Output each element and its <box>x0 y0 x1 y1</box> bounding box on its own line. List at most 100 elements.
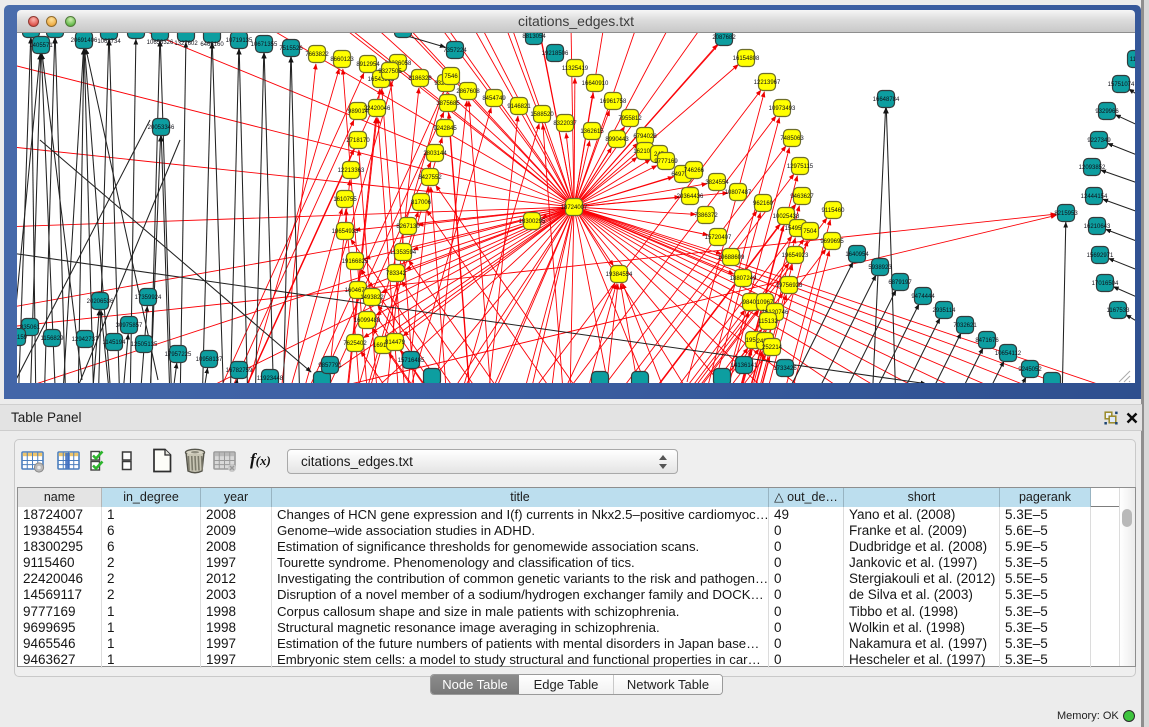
svg-text:16099489: 16099489 <box>354 318 381 324</box>
svg-text:8660123: 8660123 <box>330 57 354 63</box>
svg-text:9463627: 9463627 <box>790 194 814 200</box>
svg-text:14136141: 14136141 <box>731 363 758 369</box>
svg-text:12093852: 12093852 <box>1079 165 1106 171</box>
svg-text:10671355: 10671355 <box>251 42 278 48</box>
svg-text:17359924: 17359924 <box>135 295 162 301</box>
svg-text:7625402: 7625402 <box>343 341 367 347</box>
svg-text:18807249: 18807249 <box>730 276 757 282</box>
svg-text:12505135: 12505135 <box>131 342 158 348</box>
svg-text:17016504: 17016504 <box>1092 281 1119 287</box>
svg-text:3824554: 3824554 <box>705 180 729 186</box>
svg-text:814479: 814479 <box>385 340 406 346</box>
svg-text:15720407: 15720407 <box>705 235 732 241</box>
svg-text:6879197: 6879197 <box>888 280 912 286</box>
svg-text:9146821: 9146821 <box>507 104 531 110</box>
svg-text:783342: 783342 <box>386 271 407 277</box>
svg-text:2803144: 2803144 <box>423 151 447 157</box>
svg-text:12444154: 12444154 <box>1081 194 1108 200</box>
svg-text:2087682: 2087682 <box>712 35 736 41</box>
svg-text:1145194: 1145194 <box>103 340 127 346</box>
svg-text:7357224: 7357224 <box>443 48 467 54</box>
svg-text:5938923: 5938923 <box>868 265 892 271</box>
svg-text:20206536: 20206536 <box>87 299 114 305</box>
svg-text:8454749: 8454749 <box>482 96 506 102</box>
svg-text:19384554: 19384554 <box>606 272 633 278</box>
svg-text:12213363: 12213363 <box>338 168 365 174</box>
svg-text:9242845: 9242845 <box>433 126 457 132</box>
svg-text:19756928: 19756928 <box>776 283 803 289</box>
svg-text:19166825: 19166825 <box>342 259 369 265</box>
svg-text:6794028: 6794028 <box>633 134 657 140</box>
svg-text:18300295: 18300295 <box>519 219 546 225</box>
svg-text:8215953: 8215953 <box>1054 211 1078 217</box>
svg-text:9474444: 9474444 <box>911 294 935 300</box>
svg-text:2867608: 2867608 <box>456 89 480 95</box>
svg-text:1112: 1112 <box>1130 57 1135 63</box>
svg-text:1167533: 1167533 <box>1107 308 1131 314</box>
svg-text:1493822: 1493822 <box>360 295 384 301</box>
svg-text:15751074: 15751074 <box>1108 82 1135 88</box>
svg-text:7386372: 7386372 <box>694 213 718 219</box>
svg-text:10688609: 10688609 <box>718 255 745 261</box>
svg-text:6466160: 6466160 <box>200 42 224 48</box>
svg-text:16640910: 16640910 <box>582 81 609 87</box>
svg-text:22420046: 22420046 <box>364 106 391 112</box>
svg-text:8322037: 8322037 <box>553 121 577 127</box>
svg-text:1588520: 1588520 <box>530 112 554 118</box>
svg-text:7515526: 7515526 <box>279 46 303 52</box>
svg-text:15716485: 15716485 <box>398 358 425 364</box>
svg-text:9227349: 9227349 <box>1087 138 1111 144</box>
svg-text:2935114: 2935114 <box>933 308 957 314</box>
svg-text:9857791: 9857791 <box>318 363 342 369</box>
svg-text:9115460: 9115460 <box>822 208 846 214</box>
svg-text:16648784: 16648784 <box>873 97 900 103</box>
svg-text:9777169: 9777169 <box>654 159 678 165</box>
svg-text:8186328: 8186328 <box>408 76 432 82</box>
svg-text:17957225: 17957225 <box>165 352 192 358</box>
svg-text:10807487: 10807487 <box>725 190 752 196</box>
svg-text:1156829: 1156829 <box>41 336 65 342</box>
svg-text:9245052: 9245052 <box>1018 367 1042 373</box>
svg-text:1405571: 1405571 <box>29 43 53 49</box>
svg-text:11923448: 11923448 <box>257 376 284 382</box>
svg-text:817006: 817006 <box>411 200 432 206</box>
svg-text:11353594: 11353594 <box>390 250 417 256</box>
svg-text:2718170: 2718170 <box>346 138 370 144</box>
svg-text:9327505: 9327505 <box>378 69 402 75</box>
svg-text:1610755: 1610755 <box>333 197 357 203</box>
svg-text:1640954: 1640954 <box>845 252 869 258</box>
svg-text:16154808: 16154808 <box>733 56 760 62</box>
svg-text:939159: 939159 <box>17 335 28 341</box>
svg-text:20053346: 20053346 <box>148 125 175 131</box>
svg-text:9699695: 9699695 <box>820 239 844 245</box>
svg-text:20691406: 20691406 <box>71 38 98 44</box>
svg-text:962160: 962160 <box>753 201 774 207</box>
svg-text:10653326: 10653326 <box>147 40 174 46</box>
svg-text:8267130: 8267130 <box>396 224 420 230</box>
svg-text:7663822: 7663822 <box>305 52 329 58</box>
svg-text:115132: 115132 <box>758 319 778 325</box>
svg-text:11325419: 11325419 <box>562 66 589 72</box>
svg-text:8471676: 8471676 <box>975 338 999 344</box>
svg-text:252214: 252214 <box>762 345 783 351</box>
svg-text:7485063: 7485063 <box>780 136 804 142</box>
svg-text:15692971: 15692971 <box>1087 253 1114 259</box>
svg-text:8912954: 8912954 <box>356 62 380 68</box>
svg-text:8813054: 8813054 <box>522 34 546 40</box>
svg-text:8427552: 8427552 <box>418 175 442 181</box>
svg-text:7032621: 7032621 <box>953 323 977 329</box>
svg-text:1327602: 1327602 <box>174 41 198 47</box>
svg-text:12942737: 12942737 <box>72 337 99 343</box>
svg-text:10973493: 10973493 <box>769 106 796 112</box>
svg-text:3875685: 3875685 <box>436 101 460 107</box>
svg-text:10654112: 10654112 <box>995 351 1022 357</box>
svg-text:12975115: 12975115 <box>787 164 814 170</box>
svg-text:16961758: 16961758 <box>600 99 627 105</box>
svg-text:19218506: 19218506 <box>542 51 569 57</box>
svg-text:10958137: 10958137 <box>196 357 223 363</box>
svg-text:7955812: 7955812 <box>618 116 642 122</box>
svg-text:19654923: 19654923 <box>782 253 809 259</box>
svg-text:18724007: 18724007 <box>561 205 588 211</box>
svg-text:12213967: 12213967 <box>754 80 781 86</box>
svg-text:8990443: 8990443 <box>605 137 629 143</box>
